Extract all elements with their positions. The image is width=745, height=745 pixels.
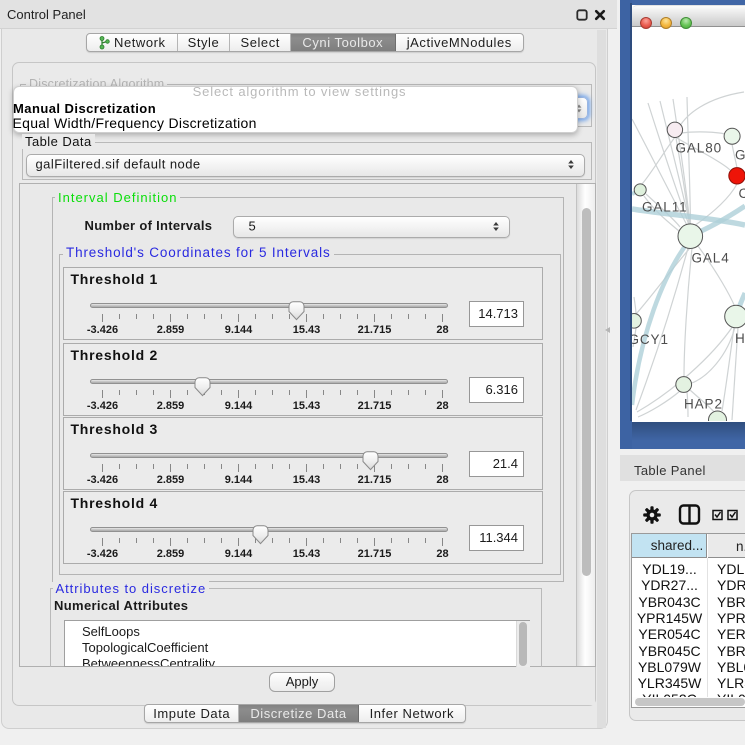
svg-text:GCY1: GCY1 (632, 332, 669, 347)
svg-text:GAL80: GAL80 (676, 140, 723, 155)
svg-text:GA: GA (735, 148, 745, 163)
svg-text:GAL11: GAL11 (642, 200, 688, 215)
svg-text:C: C (739, 186, 745, 201)
svg-text:HAP2: HAP2 (684, 396, 723, 411)
svg-text:GAL4: GAL4 (692, 250, 730, 265)
svg-text:H: H (735, 331, 745, 346)
